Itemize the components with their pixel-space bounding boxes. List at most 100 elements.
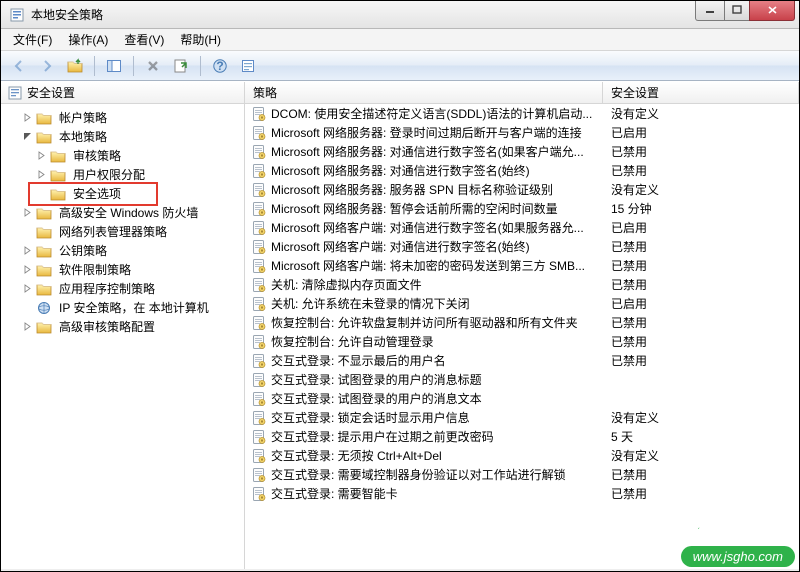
- tree-node[interactable]: 帐户策略: [19, 108, 244, 127]
- list-row[interactable]: Microsoft 网络服务器: 对通信进行数字签名(如果客户端允...已禁用: [245, 142, 799, 161]
- menu-file[interactable]: 文件(F): [5, 29, 60, 50]
- expander-icon[interactable]: [21, 111, 34, 124]
- close-button[interactable]: [749, 1, 795, 21]
- tree-node[interactable]: IP 安全策略，在 本地计算机: [19, 298, 244, 317]
- minimize-button[interactable]: [695, 1, 725, 21]
- list-row[interactable]: Microsoft 网络客户端: 对通信进行数字签名(始终)已禁用: [245, 237, 799, 256]
- col-policy[interactable]: 策略: [245, 82, 603, 103]
- tree-label: 高级审核策略配置: [56, 317, 158, 336]
- security-root-icon: [7, 85, 23, 101]
- properties-button[interactable]: [236, 54, 260, 78]
- list-row[interactable]: Microsoft 网络服务器: 服务器 SPN 目标名称验证级别没有定义: [245, 180, 799, 199]
- list-row[interactable]: Microsoft 网络客户端: 对通信进行数字签名(如果服务器允...已启用: [245, 218, 799, 237]
- list-row[interactable]: 交互式登录: 需要智能卡已禁用: [245, 484, 799, 503]
- policy-name: Microsoft 网络服务器: 对通信进行数字签名(如果客户端允...: [271, 143, 603, 160]
- maximize-button[interactable]: [724, 1, 750, 21]
- list-body[interactable]: DCOM: 使用安全描述符定义语言(SDDL)语法的计算机启动...没有定义Mi…: [245, 104, 799, 569]
- expander-icon[interactable]: [21, 206, 34, 219]
- window-controls: [696, 1, 799, 21]
- policy-setting: 没有定义: [603, 105, 799, 122]
- policy-setting: 已禁用: [603, 143, 799, 160]
- policy-name: 交互式登录: 提示用户在过期之前更改密码: [271, 428, 603, 445]
- policy-icon: [251, 220, 267, 236]
- menu-help[interactable]: 帮助(H): [172, 29, 229, 50]
- tree-node[interactable]: 应用程序控制策略: [19, 279, 244, 298]
- tree-node[interactable]: 审核策略: [33, 146, 244, 165]
- list-row[interactable]: Microsoft 网络服务器: 暂停会话前所需的空闲时间数量15 分钟: [245, 199, 799, 218]
- list-header: 策略 安全设置: [245, 82, 799, 104]
- policy-setting: 15 分钟: [603, 200, 799, 217]
- expander-icon[interactable]: [21, 244, 34, 257]
- policy-name: 交互式登录: 试图登录的用户的消息标题: [271, 371, 603, 388]
- col-setting[interactable]: 安全设置: [603, 82, 799, 103]
- expander-icon[interactable]: [21, 320, 34, 333]
- policy-setting: 已启用: [603, 295, 799, 312]
- tree-node[interactable]: 网络列表管理器策略: [19, 222, 244, 241]
- policy-name: 恢复控制台: 允许自动管理登录: [271, 333, 603, 350]
- folder-icon: [36, 262, 52, 278]
- policy-name: 恢复控制台: 允许软盘复制并访问所有驱动器和所有文件夹: [271, 314, 603, 331]
- expander-icon[interactable]: [35, 149, 48, 162]
- tree-node[interactable]: 高级审核策略配置: [19, 317, 244, 336]
- expander-icon[interactable]: [35, 168, 48, 181]
- tree-label: 审核策略: [70, 146, 124, 165]
- policy-icon: [251, 315, 267, 331]
- back-button[interactable]: [7, 54, 31, 78]
- list-row[interactable]: Microsoft 网络客户端: 将未加密的密码发送到第三方 SMB...已禁用: [245, 256, 799, 275]
- tree-node[interactable]: 本地策略: [19, 127, 244, 146]
- list-row[interactable]: 交互式登录: 试图登录的用户的消息文本: [245, 389, 799, 408]
- policy-icon: [251, 182, 267, 198]
- folder-icon: [50, 148, 66, 164]
- list-row[interactable]: 关机: 允许系统在未登录的情况下关闭已启用: [245, 294, 799, 313]
- forward-button[interactable]: [35, 54, 59, 78]
- folder-icon: [36, 110, 52, 126]
- policy-setting: 5 天: [603, 428, 799, 445]
- tree-node[interactable]: 安全选项: [33, 184, 244, 203]
- list-row[interactable]: 关机: 清除虚拟内存页面文件已禁用: [245, 275, 799, 294]
- policy-setting: 已禁用: [603, 314, 799, 331]
- list-row[interactable]: Microsoft 网络服务器: 登录时间过期后断开与客户端的连接已启用: [245, 123, 799, 142]
- tree-label: 本地策略: [56, 127, 110, 146]
- folder-icon: [36, 281, 52, 297]
- list-row[interactable]: 交互式登录: 试图登录的用户的消息标题: [245, 370, 799, 389]
- policy-icon: [251, 163, 267, 179]
- menu-action[interactable]: 操作(A): [60, 29, 116, 50]
- policy-name: Microsoft 网络客户端: 对通信进行数字签名(始终): [271, 238, 603, 255]
- tree-header[interactable]: 安全设置: [1, 82, 244, 104]
- tree-node[interactable]: 用户权限分配: [33, 165, 244, 184]
- tree-label: 应用程序控制策略: [56, 279, 158, 298]
- list-row[interactable]: 交互式登录: 无须按 Ctrl+Alt+Del没有定义: [245, 446, 799, 465]
- help-button[interactable]: ?: [208, 54, 232, 78]
- policy-setting: 已禁用: [603, 352, 799, 369]
- list-row[interactable]: 交互式登录: 不显示最后的用户名已禁用: [245, 351, 799, 370]
- tree-node[interactable]: 公钥策略: [19, 241, 244, 260]
- list-row[interactable]: Microsoft 网络服务器: 对通信进行数字签名(始终)已禁用: [245, 161, 799, 180]
- list-row[interactable]: 恢复控制台: 允许自动管理登录已禁用: [245, 332, 799, 351]
- list-row[interactable]: 恢复控制台: 允许软盘复制并访问所有驱动器和所有文件夹已禁用: [245, 313, 799, 332]
- policy-icon: [251, 144, 267, 160]
- policy-icon: [251, 467, 267, 483]
- policy-name: 交互式登录: 试图登录的用户的消息文本: [271, 390, 603, 407]
- expander-icon[interactable]: [21, 130, 34, 143]
- export-button[interactable]: [169, 54, 193, 78]
- tree-node[interactable]: 软件限制策略: [19, 260, 244, 279]
- expander-icon[interactable]: [21, 282, 34, 295]
- expander-icon[interactable]: [21, 263, 34, 276]
- tree-label: 安全选项: [70, 184, 124, 203]
- list-row[interactable]: DCOM: 使用安全描述符定义语言(SDDL)语法的计算机启动...没有定义: [245, 104, 799, 123]
- delete-button[interactable]: [141, 54, 165, 78]
- list-row[interactable]: 交互式登录: 需要域控制器身份验证以对工作站进行解锁已禁用: [245, 465, 799, 484]
- window-title: 本地安全策略: [31, 6, 696, 23]
- list-row[interactable]: 交互式登录: 提示用户在过期之前更改密码5 天: [245, 427, 799, 446]
- policy-name: 交互式登录: 无须按 Ctrl+Alt+Del: [271, 447, 603, 464]
- menu-view[interactable]: 查看(V): [116, 29, 172, 50]
- list-row[interactable]: 交互式登录: 锁定会话时显示用户信息没有定义: [245, 408, 799, 427]
- show-hide-tree-button[interactable]: [102, 54, 126, 78]
- policy-setting: 已启用: [603, 124, 799, 141]
- folder-icon: [36, 300, 52, 316]
- tree[interactable]: 帐户策略本地策略审核策略用户权限分配安全选项高级安全 Windows 防火墙网络…: [1, 104, 244, 569]
- tree-pane: 安全设置 帐户策略本地策略审核策略用户权限分配安全选项高级安全 Windows …: [1, 82, 245, 569]
- up-button[interactable]: [63, 54, 87, 78]
- policy-setting: 已禁用: [603, 485, 799, 502]
- tree-node[interactable]: 高级安全 Windows 防火墙: [19, 203, 244, 222]
